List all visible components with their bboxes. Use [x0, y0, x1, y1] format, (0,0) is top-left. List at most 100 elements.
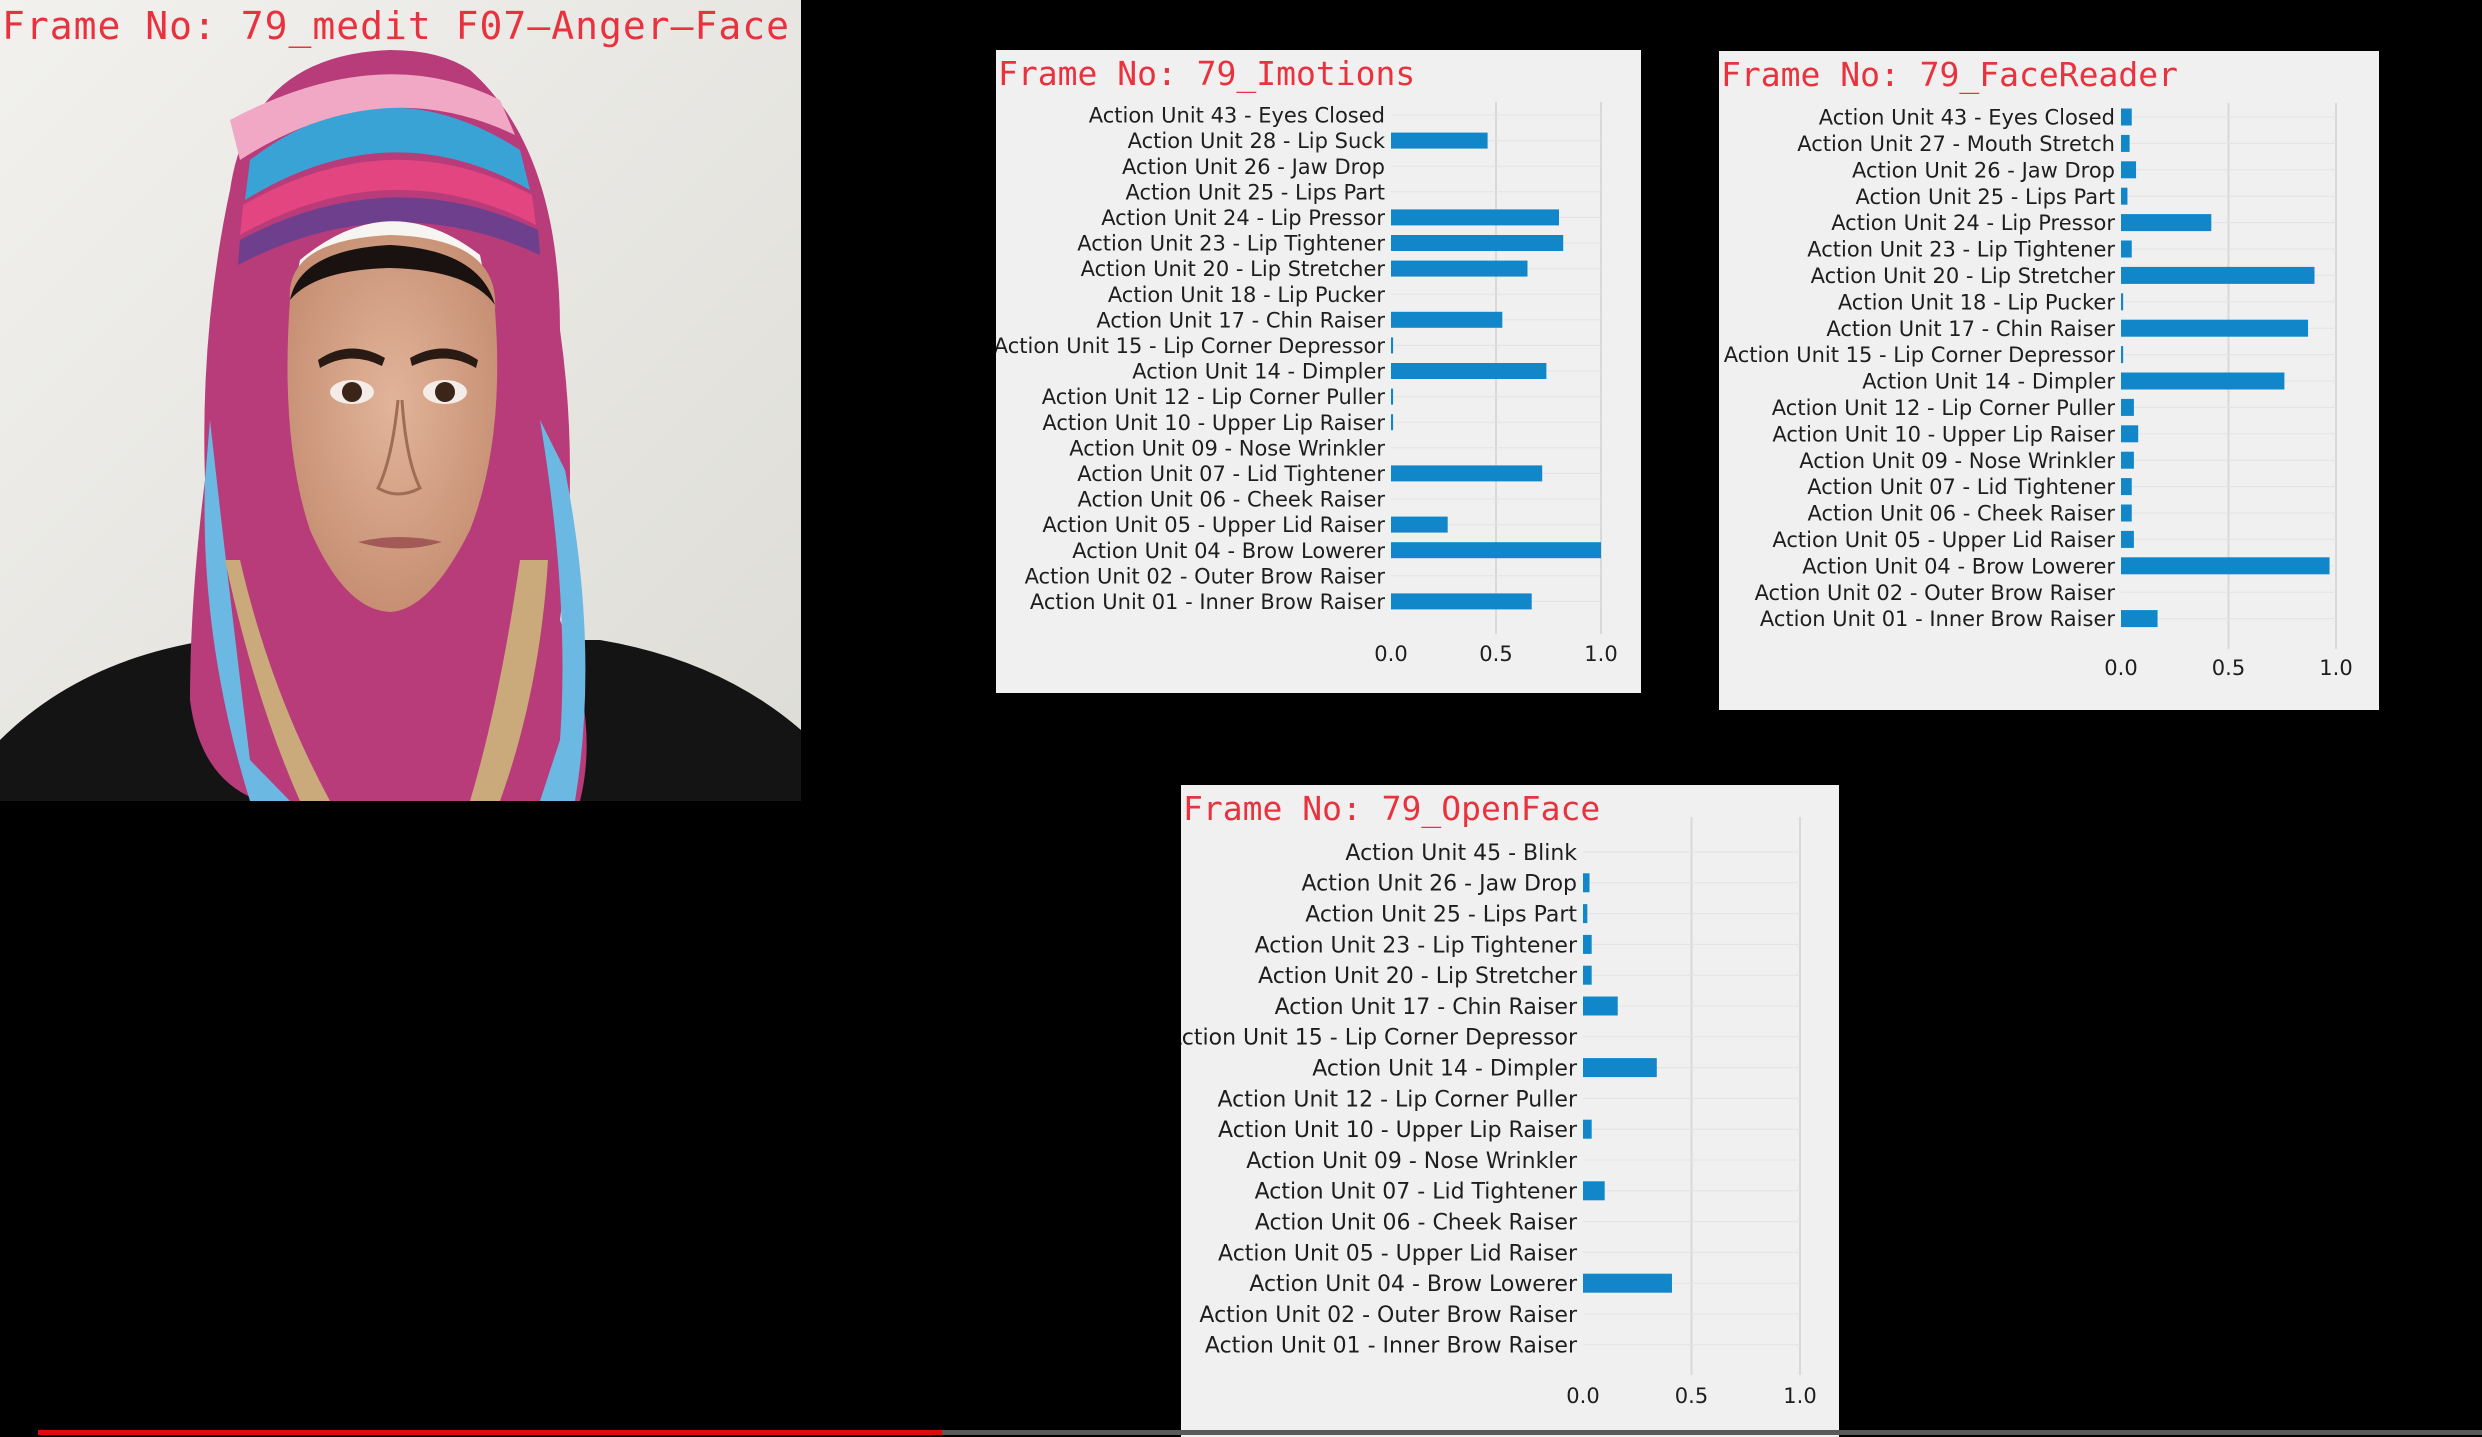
video-frame-label: Frame No: 79_medit F07—Anger—Face: [2, 4, 790, 48]
category-label: Action Unit 45 - Blink: [1345, 841, 1577, 866]
category-label: Action Unit 23 - Lip Tightener: [1255, 933, 1578, 958]
category-label: Action Unit 05 - Upper Lid Raiser: [1042, 513, 1385, 537]
bar: [2121, 557, 2330, 575]
category-label: Action Unit 14 - Dimpler: [1312, 1057, 1578, 1082]
category-label: Action Unit 17 - Chin Raiser: [1096, 308, 1385, 332]
category-label: Action Unit 01 - Inner Brow Raiser: [1030, 590, 1386, 614]
category-label: Action Unit 18 - Lip Pucker: [1838, 290, 2116, 314]
imotions-chart: 0.0 0.5 1.0Action Unit 43 - Eyes ClosedAct…: [996, 102, 1618, 666]
category-label: Action Unit 02 - Outer Brow Raiser: [1199, 1303, 1578, 1328]
openface-chart: 0.0 0.5 1.0 Action Unit 45 - Blink Action Un…: [1181, 817, 1817, 1408]
category-label: Action Unit 28 - Lip Suck: [1128, 129, 1386, 153]
bar: [2121, 319, 2309, 337]
category-label: Action Unit 01 - Inner Brow Raiser: [1205, 1334, 1578, 1359]
category-label: Action Unit 15 - Lip Corner Depressor: [1724, 343, 2116, 367]
bar: [1583, 1181, 1605, 1201]
category-label: Action Unit 07 - Lid Tightener: [1255, 1180, 1578, 1205]
category-label: Action Unit 26 - Jaw Drop: [1122, 155, 1385, 179]
bar: [2121, 372, 2285, 390]
bar: [2121, 478, 2132, 496]
bar: [2121, 425, 2139, 443]
category-label: Action Unit 01 - Inner Brow Raiser: [1760, 607, 2116, 631]
bar: [1391, 311, 1503, 328]
category-label: Action Unit 43 - Eyes Closed: [1819, 106, 2115, 130]
video-frame: Frame No: 79_medit F07—Anger—Face: [0, 0, 801, 801]
bar: [2121, 610, 2158, 628]
bar: [1391, 414, 1394, 431]
category-label: Action Unit 05 - Upper Lid Raiser: [1772, 528, 2115, 552]
category-label: Action Unit 27 - Mouth Stretch: [1797, 132, 2115, 156]
category-label: Action Unit 24 - Lip Pressor: [1101, 206, 1385, 230]
category-label: Action Unit 02 - Outer Brow Raiser: [1755, 581, 2116, 605]
category-label: Action Unit 26 - Jaw Drop: [1852, 158, 2115, 182]
category-label: Action Unit 18 - Lip Pucker: [1108, 283, 1386, 307]
facereader-panel-title: Frame No: 79_FaceReader: [1721, 55, 2178, 94]
openface-panel-title: Frame No: 79_OpenFace: [1183, 789, 1601, 828]
bar: [1391, 337, 1394, 354]
imotions-panel-title: Frame No: 79_Imotions: [998, 54, 1416, 93]
category-label: Action Unit 06 - Cheek Raiser: [1255, 1211, 1578, 1236]
category-label: Action Unit 09 - Nose Wrinkler: [1069, 436, 1385, 460]
bar: [2121, 134, 2130, 152]
bar: [1391, 209, 1559, 226]
bar: [1583, 873, 1590, 893]
category-label: Action Unit 25 - Lips Part: [1126, 180, 1385, 204]
bar: [1583, 996, 1618, 1016]
category-label: Action Unit 15 - Lip Corner Depressor: [996, 334, 1385, 358]
bar: [1583, 934, 1592, 954]
category-label: Action Unit 12 - Lip Corner Puller: [1217, 1087, 1577, 1112]
category-label: Action Unit 25 - Lips Part: [1856, 185, 2115, 209]
facereader-chart-panel: 0.0 0.5 1.0 Action Unit 43 - Eyes Closed Act…: [1719, 51, 2379, 710]
video-progress-bar[interactable]: [38, 1430, 2482, 1435]
category-label: Action Unit 10 - Upper Lip Raiser: [1772, 422, 2115, 446]
face-image: [0, 0, 801, 801]
bar: [1583, 1273, 1672, 1293]
bar: [1583, 965, 1592, 985]
category-label: Action Unit 07 - Lid Tightener: [1807, 475, 2115, 499]
bar: [1583, 904, 1588, 924]
x-tick-label: 0.0: [2104, 656, 2137, 680]
category-label: Action Unit 10 - Upper Lip Raiser: [1042, 411, 1385, 435]
category-label: Action Unit 25 - Lips Part: [1305, 903, 1577, 928]
category-label: Action Unit 04 - Brow Lowerer: [1249, 1272, 1578, 1297]
bar: [1391, 593, 1532, 610]
x-tick-label: 0.5: [1675, 1384, 1708, 1408]
category-label: Action Unit 20 - Lip Stretcher: [1258, 964, 1578, 989]
category-label: Action Unit 07 - Lid Tightener: [1077, 462, 1385, 486]
bar: [2121, 398, 2134, 416]
category-label: Action Unit 12 - Lip Corner Puller: [1772, 396, 2116, 420]
category-label: Action Unit 04 - Brow Lowerer: [1072, 539, 1385, 563]
x-tick-label: 0.5: [2212, 656, 2245, 680]
bar: [1391, 260, 1528, 277]
x-tick-label: 0.5: [1479, 642, 1512, 666]
openface-chart-panel: 0.0 0.5 1.0 Action Unit 45 - Blink Action Un…: [1181, 785, 1839, 1437]
bar: [1583, 1058, 1657, 1078]
category-label: Action Unit 04 - Brow Lowerer: [1802, 554, 2115, 578]
category-label: Action Unit 20 - Lip Stretcher: [1081, 257, 1386, 281]
category-label: Action Unit 17 - Chin Raiser: [1826, 317, 2115, 341]
x-tick-label: 1.0: [1783, 1384, 1816, 1408]
bar: [2121, 214, 2212, 232]
category-label: Action Unit 12 - Lip Corner Puller: [1042, 385, 1386, 409]
bar: [2121, 293, 2124, 311]
category-label: Action Unit 17 - Chin Raiser: [1275, 995, 1578, 1020]
x-tick-label: 1.0: [2319, 656, 2352, 680]
category-label: Action Unit 02 - Outer Brow Raiser: [1025, 564, 1386, 588]
bar: [2121, 187, 2128, 205]
bar: [2121, 346, 2124, 364]
x-tick-label: 0.0: [1566, 1384, 1599, 1408]
bar: [2121, 240, 2132, 258]
category-label: Action Unit 14 - Dimpler: [1862, 370, 2115, 394]
bar: [1391, 465, 1543, 482]
category-label: Action Unit 15 - Lip Corner Depressor: [1181, 1026, 1578, 1051]
bar: [1583, 1119, 1592, 1139]
imotions-chart-panel: 0.0 0.5 1.0 Action Unit 43 - Eyes Closed Act…: [996, 50, 1641, 693]
bar: [2121, 161, 2137, 179]
bar: [1391, 132, 1488, 149]
category-label: Action Unit 26 - Jaw Drop: [1302, 872, 1577, 897]
category-label: Action Unit 10 - Upper Lip Raiser: [1218, 1118, 1578, 1143]
category-label: Action Unit 09 - Nose Wrinkler: [1246, 1149, 1578, 1174]
bar: [2121, 266, 2315, 284]
bar: [2121, 530, 2134, 548]
bar: [1391, 388, 1394, 405]
